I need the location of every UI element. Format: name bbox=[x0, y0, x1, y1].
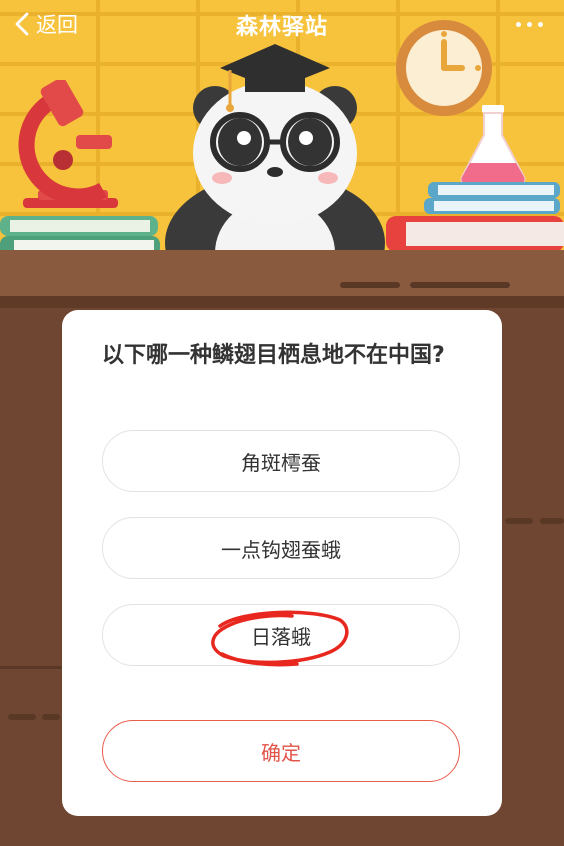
books-icon bbox=[386, 182, 564, 252]
answer-option-1[interactable]: 角斑樗蚕 bbox=[102, 430, 460, 492]
desk-plank bbox=[42, 714, 60, 720]
desk-plank bbox=[505, 518, 533, 524]
answer-option-2[interactable]: 一点钩翅蚕蛾 bbox=[102, 517, 460, 579]
quiz-card: 以下哪一种鳞翅目栖息地不在中国? 角斑樗蚕 一点钩翅蚕蛾 日落蛾 确定 bbox=[62, 310, 502, 816]
desk-plank bbox=[0, 666, 62, 669]
panda-graduate-illustration bbox=[165, 44, 385, 253]
page-title: 森林驿站 bbox=[235, 15, 328, 40]
question-text: 以下哪一种鳞翅目栖息地不在中国? bbox=[102, 343, 445, 368]
desk-plank bbox=[410, 282, 510, 288]
desk-plank bbox=[540, 518, 564, 524]
desk-plank bbox=[8, 714, 36, 720]
desk-top bbox=[0, 250, 564, 296]
top-nav-bar: 返回 森林驿站 bbox=[0, 0, 564, 50]
flask-icon bbox=[460, 105, 526, 184]
answer-option-3[interactable]: 日落蛾 bbox=[102, 604, 460, 666]
microscope-icon bbox=[18, 80, 118, 208]
confirm-button[interactable]: 确定 bbox=[102, 720, 460, 782]
more-dots-icon[interactable] bbox=[516, 14, 550, 34]
desk-edge bbox=[0, 296, 564, 308]
desk-plank bbox=[340, 282, 400, 288]
